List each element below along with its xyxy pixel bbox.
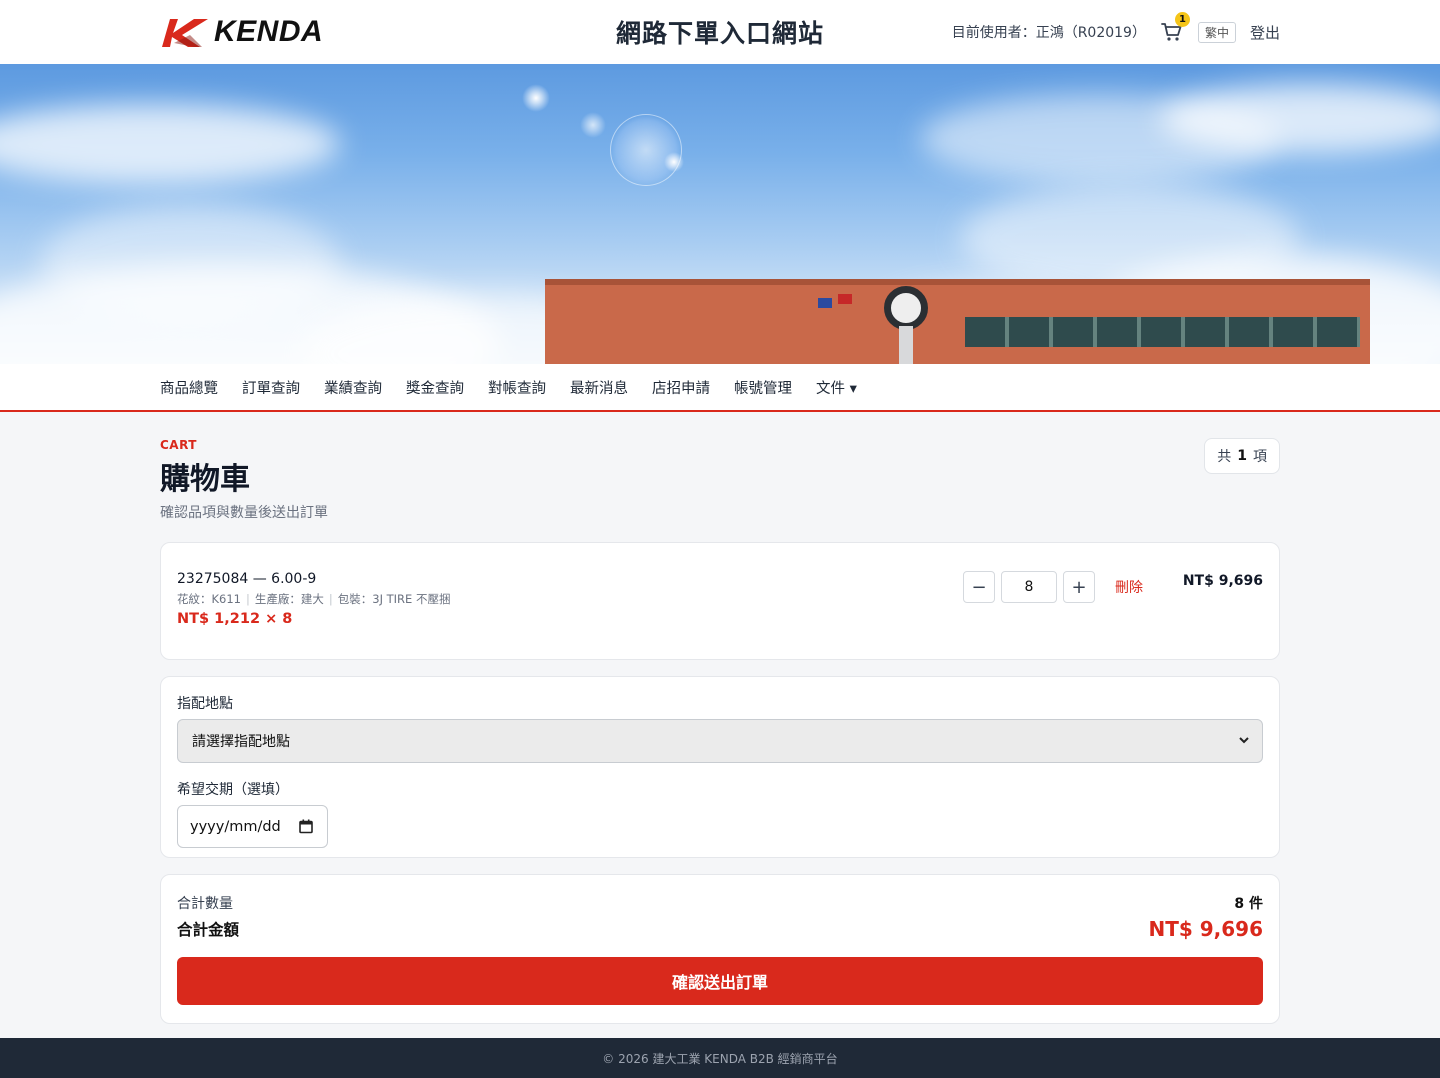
- item-packaging: 包裝：3J TIRE 不壓捆: [337, 592, 451, 606]
- nav-news[interactable]: 最新消息: [570, 377, 628, 398]
- chevron-down-icon: [1238, 734, 1250, 749]
- nav-bonus[interactable]: 獎金查詢: [406, 377, 464, 398]
- cart-item: 23275084 — 6.00-9 花紋：K611 | 生產廠：建大 | 包裝：3J T…: [160, 542, 1280, 660]
- qty-decrease-button[interactable]: −: [963, 571, 995, 603]
- date-placeholder: yyyy/mm/dd: [190, 818, 281, 835]
- top-header: KENDA 網路下單入口網站 目前使用者：正鴻（R02019） 1 繁中 登出: [0, 0, 1440, 64]
- line-total: NT$ 9,696: [1182, 573, 1263, 589]
- cart-count-badge: 1: [1174, 12, 1190, 27]
- logo-tower: [884, 286, 928, 364]
- nav-sales[interactable]: 業績查詢: [324, 377, 382, 398]
- nav-documents-dropdown[interactable]: 文件 ▾: [816, 377, 857, 398]
- factory-building: [545, 279, 1370, 364]
- current-user: 目前使用者：正鴻（R02019）: [951, 25, 1146, 41]
- sun-flare: [610, 114, 682, 186]
- page-eyebrow: CART: [160, 438, 197, 452]
- nav-account[interactable]: 帳號管理: [734, 377, 792, 398]
- main-nav: 商品總覽 訂單查詢 業績查詢 獎金查詢 對帳查詢 最新消息 店招申請 帳號管理 …: [0, 364, 1440, 412]
- quantity-stepper: − + 刪除: [963, 571, 1143, 603]
- delivery-date-label: 希望交期（選填）: [177, 782, 289, 798]
- cart-page: CART 購物車 確認品項與數量後送出訂單 共 1 項 23275084 — 6…: [160, 412, 1280, 1024]
- delivery-location-value: 請選擇指配地點: [192, 734, 290, 750]
- hero-banner: [0, 64, 1440, 364]
- logo-text: KENDA: [214, 15, 324, 48]
- calendar-icon[interactable]: [299, 819, 313, 838]
- footer-copyright: © 2026 建大工業 KENDA B2B 經銷商平台: [602, 1051, 838, 1066]
- item-factory: 生產廠：建大: [254, 592, 324, 606]
- site-title: 網路下單入口網站: [615, 19, 825, 48]
- nav-statements[interactable]: 對帳查詢: [488, 377, 546, 398]
- page-title: 購物車: [160, 462, 250, 497]
- nav-products[interactable]: 商品總覽: [160, 377, 218, 398]
- total-qty-label: 合計數量: [177, 896, 233, 912]
- page-subtitle: 確認品項與數量後送出訂單: [160, 505, 328, 521]
- delivery-form: 指配地點 請選擇指配地點 希望交期（選填） yyyy/mm/dd: [160, 676, 1280, 858]
- kenda-logo[interactable]: KENDA: [160, 15, 323, 49]
- nav-orders[interactable]: 訂單查詢: [242, 377, 300, 398]
- qty-increase-button[interactable]: +: [1063, 571, 1095, 603]
- order-summary: 合計數量 8 件 合計金額 NT$ 9,696 確認送出訂單: [160, 874, 1280, 1024]
- footer: © 2026 建大工業 KENDA B2B 經銷商平台: [0, 1038, 1440, 1078]
- qty-input[interactable]: [1001, 571, 1057, 603]
- delivery-date-input[interactable]: yyyy/mm/dd: [177, 805, 328, 848]
- delivery-location-label: 指配地點: [177, 696, 233, 712]
- cart-button[interactable]: 1: [1160, 12, 1190, 44]
- total-qty-value: 8 件: [1234, 896, 1263, 912]
- kenda-k-icon: [162, 19, 208, 47]
- logout-link[interactable]: 登出: [1250, 22, 1280, 43]
- item-pattern: 花紋：K611: [177, 592, 241, 606]
- submit-order-button[interactable]: 確認送出訂單: [177, 957, 1263, 1005]
- delete-item-button[interactable]: 刪除: [1115, 577, 1143, 597]
- language-switch[interactable]: 繁中: [1197, 21, 1236, 43]
- total-amount-label: 合計金額: [177, 921, 240, 939]
- delivery-location-select[interactable]: 請選擇指配地點: [177, 719, 1263, 763]
- nav-signage[interactable]: 店招申請: [652, 377, 710, 398]
- item-count-badge: 共 1 項: [1204, 438, 1280, 474]
- item-unit-price: NT$ 1,212 × 8: [177, 611, 293, 627]
- total-amount-value: NT$ 9,696: [1148, 917, 1263, 941]
